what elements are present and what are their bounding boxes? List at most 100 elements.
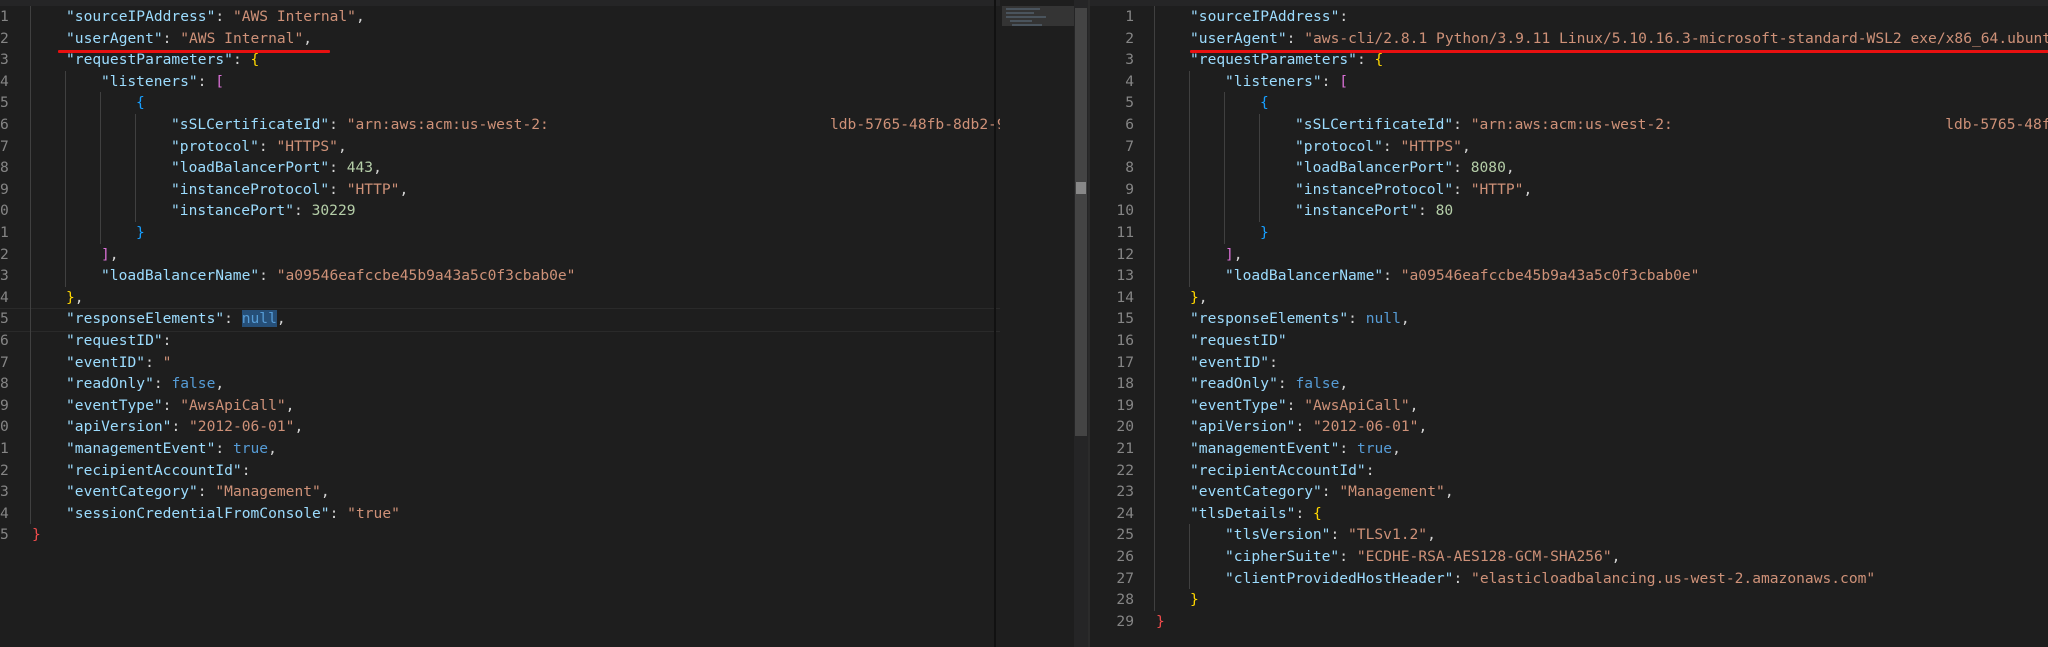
code-token: : — [1365, 461, 1375, 479]
code-line[interactable]: 23 "eventCategory": "Management", — [1090, 481, 2048, 503]
code-line[interactable]: 4 "listeners": [ — [1090, 70, 2048, 93]
line-number: 2 — [0, 461, 9, 479]
code-text: "apiVersion": "2012-06-01", — [1190, 416, 1427, 438]
scrollbar-thumb[interactable] — [1075, 8, 1087, 436]
code-line[interactable]: 5} — [0, 524, 1000, 546]
code-token: 30229 — [311, 202, 356, 220]
vertical-scrollbar[interactable] — [1074, 0, 1088, 647]
code-line[interactable]: 16 "requestID" — [1090, 330, 2048, 352]
code-line[interactable]: 1 "sourceIPAddress": "AWS Internal", — [0, 6, 1000, 28]
editor-pane-left[interactable]: 1 "sourceIPAddress": "AWS Internal", 2 "use… — [0, 0, 1000, 647]
code-text: } — [32, 524, 41, 546]
code-line[interactable]: 6 "requestID": — [0, 330, 1000, 352]
code-line[interactable]: 13 "loadBalancerName": "a09546eafccbe45b9… — [1090, 265, 2048, 287]
code-token: : — [153, 375, 172, 393]
code-token: "loadBalancerPort" — [1295, 159, 1454, 177]
code-token: "Management" — [215, 483, 321, 501]
code-line[interactable]: 9 "instanceProtocol": "HTTP", — [0, 178, 1000, 201]
indent-guide — [1259, 178, 1260, 201]
indent-guide — [1154, 330, 1155, 352]
editor-pane-right[interactable]: 1 "sourceIPAddress": 2 "userAgent": "aws-cl… — [1090, 0, 2048, 647]
code-line[interactable]: 20 "apiVersion": "2012-06-01", — [1090, 416, 2048, 438]
code-line[interactable]: 1} — [0, 222, 1000, 244]
code-line[interactable]: 18 "readOnly": false, — [1090, 373, 2048, 395]
code-line[interactable]: 10 "instancePort": 80 — [1090, 200, 2048, 222]
line-number: 25 — [1116, 526, 1134, 544]
indent-guide — [1154, 308, 1155, 330]
code-line[interactable]: 6 "sSLCertificateId": "arn:aws:acm:us-wes… — [0, 114, 1000, 136]
indent-guide — [1224, 222, 1225, 244]
indent-guide — [1189, 114, 1190, 136]
code-line[interactable]: 19 "eventType": "AwsApiCall", — [1090, 394, 2048, 417]
code-token: "readOnly" — [1190, 375, 1278, 393]
code-line[interactable]: 3 "eventCategory": "Management", — [0, 481, 1000, 503]
code-line[interactable]: 9 "instanceProtocol": "HTTP", — [1090, 178, 2048, 201]
code-line[interactable]: 24 "tlsDetails": { — [1090, 502, 2048, 525]
code-line[interactable]: 15 "responseElements": null, — [1090, 308, 2048, 330]
code-line[interactable]: 21 "managementEvent": true, — [1090, 438, 2048, 460]
code-line[interactable]: 25 "tlsVersion": "TLSv1.2", — [1090, 524, 2048, 546]
indent-guide — [65, 265, 66, 287]
code-token: : — [329, 504, 348, 522]
indent-guide — [100, 135, 101, 158]
code-token: "recipientAccountId" — [1190, 461, 1366, 479]
code-token: , — [294, 418, 304, 436]
code-line[interactable]: 22 "recipientAccountId": — [1090, 459, 2048, 482]
code-line[interactable]: 0 "apiVersion": "2012-06-01", — [0, 416, 1000, 438]
indent-guide — [30, 27, 31, 50]
indent-guide — [100, 222, 101, 244]
code-line[interactable]: 8 "readOnly": false, — [0, 373, 1000, 395]
code-line[interactable]: 4 "listeners": [ — [0, 70, 1000, 93]
code-token: : — [1418, 202, 1436, 220]
indent-guide — [100, 92, 101, 114]
line-number: 13 — [1116, 267, 1134, 285]
code-line[interactable]: 7 "protocol": "HTTPS", — [0, 135, 1000, 158]
code-line[interactable]: 1 "sourceIPAddress": — [1090, 6, 2048, 28]
code-token: , — [1400, 310, 1410, 328]
pane-divider[interactable] — [994, 0, 996, 647]
code-line[interactable]: 7 "protocol": "HTTPS", — [1090, 135, 2048, 158]
code-line[interactable]: 17 "eventID": — [1090, 351, 2048, 374]
annotation-underline — [1190, 50, 2048, 53]
indent-guide — [1154, 567, 1155, 590]
code-line[interactable]: 2 "userAgent": "AWS Internal", — [0, 27, 1000, 50]
code-token: "instancePort" — [171, 202, 295, 220]
minimap[interactable] — [1002, 0, 1074, 647]
indent-guide — [30, 438, 31, 460]
indent-guide — [1154, 92, 1155, 114]
code-line[interactable]: 2 "userAgent": "aws-cli/2.8.1 Python/3.9.… — [1090, 27, 2048, 50]
code-token: : — [1321, 483, 1340, 501]
code-line[interactable]: 1 "managementEvent": true, — [0, 438, 1000, 460]
code-line[interactable]: 2 "recipientAccountId": — [0, 459, 1000, 482]
code-line[interactable]: 28} — [1090, 589, 2048, 611]
code-line[interactable]: 4}, — [0, 286, 1000, 309]
code-token: "managementEvent" — [66, 440, 216, 457]
line-number: 5 — [0, 94, 9, 112]
code-line[interactable]: 7 "eventID": " — [0, 351, 1000, 374]
code-text: "instancePort": 30229 — [171, 200, 356, 222]
code-line[interactable]: 5{ — [0, 92, 1000, 114]
code-line[interactable]: 27 "clientProvidedHostHeader": "elasticlo… — [1090, 567, 2048, 590]
code-line[interactable]: 4 "sessionCredentialFromConsole": "true" — [0, 502, 1000, 525]
code-line[interactable]: 6 "sSLCertificateId": "arn:aws:acm:us-wes… — [1090, 114, 2048, 136]
code-token: , — [285, 396, 295, 414]
code-line[interactable]: 12], — [1090, 243, 2048, 266]
line-number: 0 — [0, 202, 9, 220]
code-token: : — [1339, 8, 1349, 25]
code-line[interactable]: 11} — [1090, 222, 2048, 244]
code-line[interactable]: 5 "responseElements": null, — [0, 308, 1000, 330]
code-text: "sSLCertificateId": "arn:aws:acm:us-west… — [1295, 114, 2048, 136]
code-line[interactable]: 3 "loadBalancerName": "a09546eafccbe45b9a… — [0, 265, 1000, 287]
code-line[interactable]: 9 "eventType": "AwsApiCall", — [0, 394, 1000, 417]
code-token: : — [1356, 51, 1375, 69]
code-line[interactable]: 5{ — [1090, 92, 2048, 114]
code-line[interactable]: 8 "loadBalancerPort": 443, — [0, 157, 1000, 179]
code-token: [ — [215, 72, 225, 90]
code-line[interactable]: 29} — [1090, 611, 2048, 633]
code-line[interactable]: 2], — [0, 243, 1000, 266]
code-line[interactable]: 8 "loadBalancerPort": 8080, — [1090, 157, 2048, 179]
code-line[interactable]: 0 "instancePort": 30229 — [0, 200, 1000, 222]
line-number: 4 — [0, 504, 9, 522]
code-line[interactable]: 14}, — [1090, 286, 2048, 309]
code-line[interactable]: 26 "cipherSuite": "ECDHE-RSA-AES128-GCM-S… — [1090, 546, 2048, 568]
